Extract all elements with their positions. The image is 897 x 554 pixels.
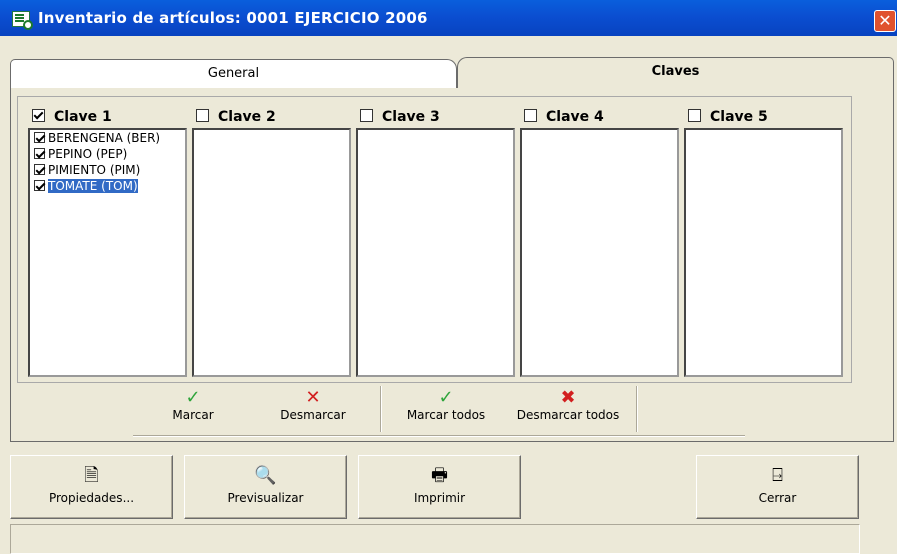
clave-1-label: Clave 1 (54, 109, 112, 125)
clave-5-checkbox[interactable] (688, 109, 701, 122)
imprimir-button[interactable]: 🖶 Imprimir (358, 455, 521, 519)
clave-1-list[interactable]: BERENGENA (BER) PEPINO (PEP) PIMIENTO (P… (28, 128, 187, 377)
desmarcar-todos-label: Desmarcar todos (516, 408, 620, 422)
list-item-label: PEPINO (PEP) (48, 147, 128, 161)
item-checkbox[interactable] (34, 148, 45, 159)
properties-icon: 🗎 (84, 465, 99, 486)
clave-3-label: Clave 3 (382, 109, 440, 125)
previsualizar-label: Previsualizar (227, 491, 304, 505)
clave-5-list[interactable] (684, 128, 843, 377)
clave-1-header[interactable]: Clave 1 (32, 106, 112, 128)
window-title: Inventario de artículos: 0001 EJERCICIO … (38, 9, 428, 27)
list-item[interactable]: PIMIENTO (PIM) (30, 162, 185, 178)
status-bar (10, 524, 860, 554)
clave-4-header[interactable]: Clave 4 (524, 106, 604, 128)
clave-2-header[interactable]: Clave 2 (196, 106, 276, 128)
clave-2-list[interactable] (192, 128, 351, 377)
cross-all-icon: ✖ (560, 387, 576, 408)
clave-5-header[interactable]: Clave 5 (688, 106, 768, 128)
item-checkbox[interactable] (34, 132, 45, 143)
clave-3-checkbox[interactable] (360, 109, 373, 122)
item-checkbox[interactable] (34, 164, 45, 175)
clave-2-label: Clave 2 (218, 109, 276, 125)
list-item-label: PIMIENTO (PIM) (48, 163, 141, 177)
close-button[interactable]: ✕ (874, 10, 896, 32)
title-bar: Inventario de artículos: 0001 EJERCICIO … (0, 0, 897, 36)
tab-claves[interactable]: Claves (457, 57, 894, 88)
close-icon: ✕ (878, 11, 892, 30)
list-item-label: TOMATE (TOM) (47, 178, 139, 194)
check-all-icon: ✓ (438, 387, 454, 408)
clave-5-label: Clave 5 (710, 109, 768, 125)
cross-icon: ✕ (305, 387, 321, 408)
list-item[interactable]: PEPINO (PEP) (30, 146, 185, 162)
propiedades-label: Propiedades... (48, 491, 135, 505)
desmarcar-button[interactable]: ✕ Desmarcar (270, 388, 356, 430)
toolbar-divider (133, 435, 745, 436)
clave-4-label: Clave 4 (546, 109, 604, 125)
list-item-selected[interactable]: TOMATE (TOM) (30, 178, 185, 194)
clave-3-header[interactable]: Clave 3 (360, 106, 440, 128)
clave-4-checkbox[interactable] (524, 109, 537, 122)
item-checkbox[interactable] (34, 180, 45, 191)
preview-magnifier-icon: 🔍 (254, 465, 277, 486)
clave-1-checkbox[interactable] (32, 109, 45, 122)
marcar-todos-label: Marcar todos (406, 408, 486, 422)
tab-bar: General Claves (10, 57, 894, 88)
cerrar-label: Cerrar (758, 491, 797, 505)
list-item-label: BERENGENA (BER) (48, 131, 161, 145)
previsualizar-button[interactable]: 🔍 Previsualizar (184, 455, 347, 519)
propiedades-button[interactable]: 🗎 Propiedades... (10, 455, 173, 519)
cerrar-button[interactable]: ⍈ Cerrar (696, 455, 859, 519)
exit-door-icon: ⍈ (772, 465, 783, 486)
toolbar-separator (636, 386, 637, 432)
imprimir-label: Imprimir (413, 491, 466, 505)
toolbar-separator (380, 386, 381, 432)
marcar-todos-button[interactable]: ✓ Marcar todos (398, 388, 494, 430)
marcar-label: Marcar (172, 408, 214, 422)
inventory-app-icon (12, 11, 33, 30)
desmarcar-label: Desmarcar (280, 408, 346, 422)
tab-general[interactable]: General (10, 59, 457, 88)
printer-icon: 🖶 (431, 465, 448, 486)
check-icon: ✓ (185, 387, 201, 408)
list-item[interactable]: BERENGENA (BER) (30, 130, 185, 146)
clave-2-checkbox[interactable] (196, 109, 209, 122)
marcar-button[interactable]: ✓ Marcar (158, 388, 228, 430)
clave-4-list[interactable] (520, 128, 679, 377)
desmarcar-todos-button[interactable]: ✖ Desmarcar todos (508, 388, 628, 430)
clave-3-list[interactable] (356, 128, 515, 377)
